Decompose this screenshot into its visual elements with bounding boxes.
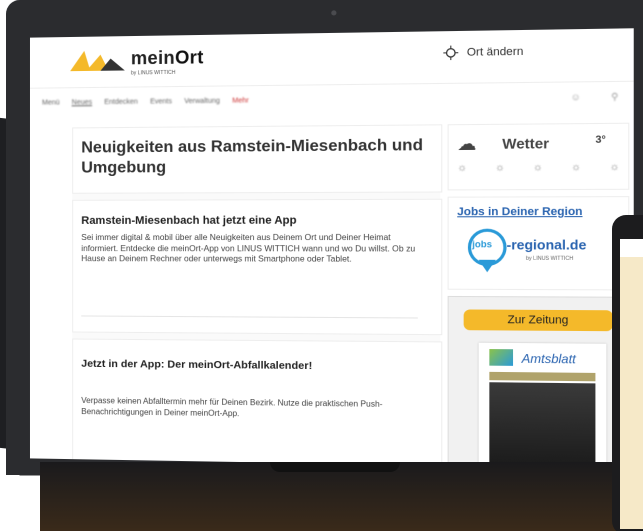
sidebar: ☁ Wetter 3° ☼ ☼ ☼ ☼ ☼ Jobs in Deiner Reg… [448, 123, 628, 469]
cloud-icon: ☁ [457, 133, 476, 155]
forecast-icon: ☼ [571, 162, 581, 174]
article-body: Verpasse keinen Abfalltermin mehr für De… [81, 396, 412, 422]
nav-events[interactable]: Events [150, 98, 172, 105]
main-content: Neuigkeiten aus Ramstein-Miesenbach und … [72, 124, 440, 465]
article-title[interactable]: Jetzt in der App: Der meinOrt-Abfallkale… [81, 358, 391, 374]
amtsblatt-logo-icon [489, 349, 513, 366]
main-nav: Menü Neues Entdecken Events Verwaltung M… [30, 83, 634, 116]
article-body: Sei immer digital & mobil über alle Neui… [81, 233, 423, 266]
nav-verwaltung[interactable]: Verwaltung [184, 97, 220, 104]
nav-mehr[interactable]: Mehr [232, 97, 248, 104]
article-title[interactable]: Ramstein-Miesenbach hat jetzt eine App [81, 214, 296, 226]
nav-neues[interactable]: Neues [72, 99, 92, 106]
jobs-widget[interactable]: Jobs in Deiner Region jobs -regional.de … [448, 196, 630, 290]
newspaper-widget: Zur Zeitung Amtsblatt [448, 296, 630, 469]
laptop-base [40, 462, 640, 531]
laptop-screen: meinOrt by LINUS WITTICH Ort ändern Menü [30, 28, 634, 468]
forecast-icon: ☼ [457, 162, 467, 173]
newspaper-cover[interactable]: Amtsblatt [479, 343, 607, 469]
location-target-icon [443, 45, 458, 60]
smartphone-frame [612, 215, 643, 531]
cover-image [489, 382, 595, 467]
smartphone-screen [620, 239, 643, 529]
brand-suffix: Ort [175, 47, 204, 68]
laptop-notch [270, 462, 400, 472]
camera-icon [331, 10, 336, 15]
meinort-logo-icon[interactable] [66, 44, 127, 75]
divider [81, 315, 418, 318]
article-app-promo[interactable]: Ramstein-Miesenbach hat jetzt eine App S… [72, 199, 442, 335]
brand-name[interactable]: meinOrt [131, 47, 204, 69]
change-location-label: Ort ändern [467, 46, 524, 59]
page-title: Neuigkeiten aus Ramstein-Miesenbach und … [81, 136, 433, 179]
jobs-title[interactable]: Jobs in Deiner Region [457, 206, 582, 219]
brand-sub: by LINUS WITTICH [131, 70, 176, 77]
headline-box: Neuigkeiten aus Ramstein-Miesenbach und … [72, 124, 442, 193]
zur-zeitung-button[interactable]: Zur Zeitung [464, 309, 613, 331]
change-location-button[interactable]: Ort ändern [443, 45, 523, 61]
jobs-brand-sub: by LINUS WITTICH [526, 256, 573, 262]
nav-menu[interactable]: Menü [42, 99, 60, 106]
forecast-icon: ☼ [495, 162, 505, 173]
jobs-brand-prefix: jobs [472, 239, 492, 249]
cover-band [489, 372, 595, 381]
jobs-pin-tail [479, 260, 496, 272]
temperature: 3° [595, 134, 605, 146]
scene: meinOrt by LINUS WITTICH Ort ändern Menü [0, 0, 643, 531]
forecast-icon: ☼ [609, 162, 619, 174]
user-icon[interactable]: ☺ [571, 92, 581, 104]
article-abfallkalender[interactable]: Jetzt in der App: Der meinOrt-Abfallkale… [72, 339, 442, 468]
newspaper-title: Amtsblatt [522, 351, 576, 366]
forecast-icon: ☼ [533, 162, 543, 174]
smartphone-header [620, 239, 643, 257]
forecast-row: ☼ ☼ ☼ ☼ ☼ [457, 162, 619, 174]
nav-icons: ☺ ⚲ [558, 91, 619, 103]
brand-prefix: mein [131, 48, 175, 69]
site-header: meinOrt by LINUS WITTICH Ort ändern [30, 28, 634, 88]
search-icon[interactable]: ⚲ [611, 91, 618, 103]
weather-label: Wetter [502, 135, 549, 152]
laptop-frame: meinOrt by LINUS WITTICH Ort ändern Menü [6, 0, 643, 487]
nav-entdecken[interactable]: Entdecken [104, 98, 138, 105]
weather-widget[interactable]: ☁ Wetter 3° ☼ ☼ ☼ ☼ ☼ [448, 123, 630, 191]
jobs-brand-suffix: -regional.de [507, 237, 587, 253]
